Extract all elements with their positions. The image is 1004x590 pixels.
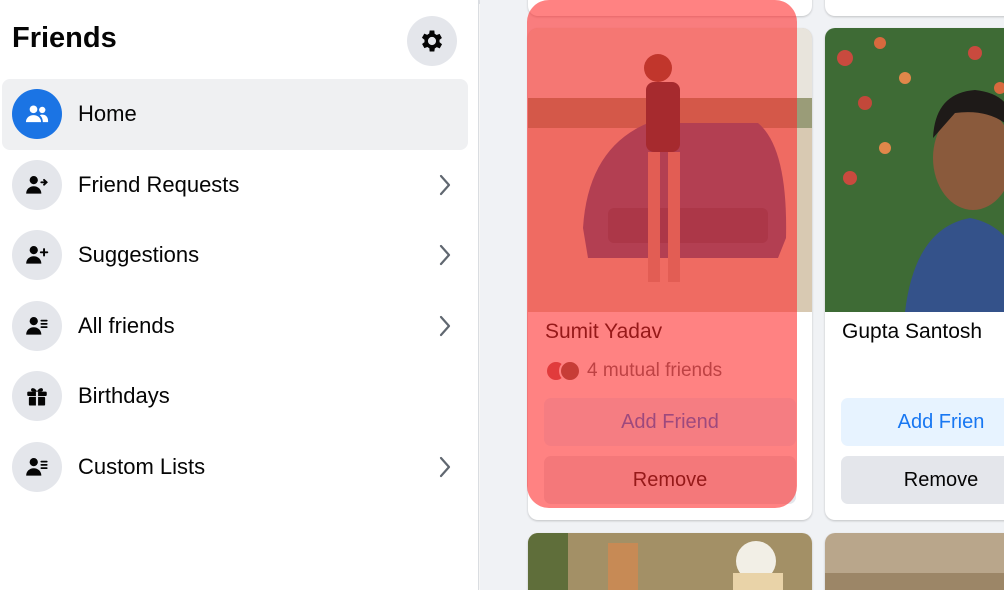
friend-card-above: [825, 0, 1004, 16]
chevron-right-icon: [434, 456, 456, 478]
sidebar-nav: Home Friend Requests Suggestions All fri…: [2, 79, 468, 502]
sidebar-item-birthdays[interactable]: Birthdays: [2, 361, 468, 432]
chevron-right-icon: [434, 315, 456, 337]
sidebar-item-label: Custom Lists: [78, 453, 206, 479]
sidebar-item-suggestions[interactable]: Suggestions: [2, 220, 468, 291]
gift-icon: [12, 371, 62, 422]
person-arrow-icon: [12, 159, 62, 210]
friend-card: Sumit Yadav 4 mutual friends Add Friend …: [528, 28, 812, 520]
sidebar-item-label: Friend Requests: [78, 171, 240, 197]
sidebar-item-label: All friends: [78, 312, 175, 338]
sidebar-item-home[interactable]: Home: [2, 79, 468, 150]
people-icon: [12, 89, 62, 140]
person-add-icon: [12, 230, 62, 281]
sidebar-item-label: Birthdays: [78, 383, 170, 409]
friend-suggestions-grid: Sumit Yadav 4 mutual friends Add Friend …: [480, 0, 1004, 590]
chevron-right-icon: [434, 244, 456, 266]
friend-card: Gupta Santosh Add Frien Remove: [825, 28, 1004, 520]
sidebar-item-label: Home: [78, 101, 137, 127]
remove-button[interactable]: Remove: [841, 456, 1004, 504]
remove-button[interactable]: Remove: [544, 456, 796, 504]
profile-photo[interactable]: [528, 28, 812, 312]
add-friend-button[interactable]: Add Friend: [544, 398, 796, 446]
friend-name[interactable]: Sumit Yadav: [545, 320, 662, 344]
settings-button[interactable]: [407, 16, 457, 66]
mutual-friends-text: 4 mutual friends: [587, 360, 723, 381]
person-list-icon: [12, 300, 62, 351]
friend-card: [825, 533, 1004, 590]
profile-photo[interactable]: [528, 533, 812, 590]
friend-card: [528, 533, 812, 590]
friend-name[interactable]: Gupta Santosh: [842, 320, 982, 344]
gear-icon: [421, 30, 443, 52]
person-list-icon: [12, 441, 62, 492]
mutual-friends[interactable]: 4 mutual friends: [545, 360, 722, 382]
profile-photo[interactable]: [825, 533, 1004, 590]
friend-card-above: [528, 0, 812, 16]
add-friend-button[interactable]: Add Frien: [841, 398, 1004, 446]
friends-sidebar: Friends Home Friend Requests Suggestions…: [0, 0, 479, 590]
sidebar-item-label: Suggestions: [78, 242, 200, 268]
sidebar-item-custom-lists[interactable]: Custom Lists: [2, 432, 468, 503]
mutual-avatar: [559, 360, 581, 382]
sidebar-item-friend-requests[interactable]: Friend Requests: [2, 150, 468, 221]
page-title: Friends: [12, 22, 117, 54]
profile-photo[interactable]: [825, 28, 1004, 312]
sidebar-item-all-friends[interactable]: All friends: [2, 291, 468, 362]
chevron-right-icon: [434, 174, 456, 196]
